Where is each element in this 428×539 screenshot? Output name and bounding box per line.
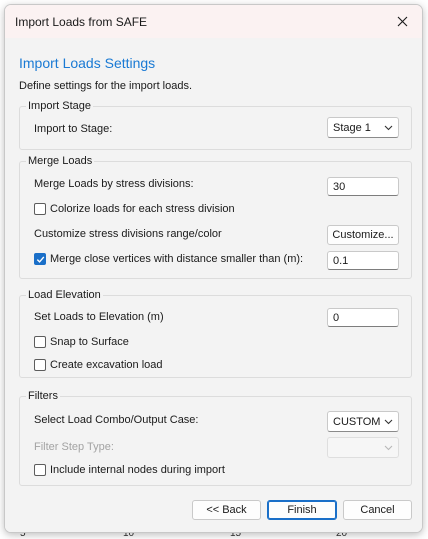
- checkbox-box-checked: [34, 253, 46, 265]
- import-to-stage-label: Import to Stage:: [34, 123, 113, 135]
- internal-nodes-label: Include internal nodes during import: [50, 464, 225, 476]
- merge-vertices-label: Merge close vertices with distance small…: [50, 253, 304, 265]
- filters-group: Filters Select Load Combo/Output Case: C…: [19, 390, 412, 486]
- merge-loads-group: Merge Loads Merge Loads by stress divisi…: [19, 155, 412, 279]
- stage-select-value: Stage 1: [333, 121, 371, 134]
- window-title: Import Loads from SAFE: [15, 14, 148, 29]
- checkbox-box: [34, 464, 46, 476]
- excavation-load-label: Create excavation load: [50, 359, 163, 371]
- merge-vertices-checkbox[interactable]: Merge close vertices with distance small…: [34, 253, 303, 265]
- merge-divisions-input[interactable]: 30: [327, 177, 399, 196]
- stage-select[interactable]: Stage 1: [327, 117, 399, 138]
- colorize-loads-label: Colorize loads for each stress division: [50, 203, 235, 215]
- title-bar: Import Loads from SAFE: [5, 5, 422, 38]
- merge-loads-group-label: Merge Loads: [26, 155, 95, 167]
- merge-divisions-label: Merge Loads by stress divisions:: [34, 178, 194, 190]
- cancel-button[interactable]: Cancel: [343, 500, 412, 520]
- back-button[interactable]: << Back: [192, 500, 261, 520]
- load-combo-label: Select Load Combo/Output Case:: [34, 414, 199, 426]
- colorize-loads-checkbox[interactable]: Colorize loads for each stress division: [34, 203, 235, 215]
- elevation-input[interactable]: 0: [327, 308, 399, 327]
- filter-step-type-select[interactable]: [327, 437, 399, 458]
- customize-divisions-label: Customize stress divisions range/color: [34, 228, 222, 240]
- check-icon: [36, 255, 44, 263]
- snap-to-surface-checkbox[interactable]: Snap to Surface: [34, 336, 129, 348]
- excavation-load-checkbox[interactable]: Create excavation load: [34, 359, 163, 371]
- settings-description: Define settings for the import loads.: [19, 80, 193, 92]
- close-button[interactable]: [382, 5, 422, 38]
- merge-vertices-input[interactable]: 0.1: [327, 251, 399, 270]
- checkbox-box: [34, 203, 46, 215]
- dialog-body: Import Loads Settings Define settings fo…: [5, 38, 422, 532]
- finish-button[interactable]: Finish: [267, 500, 337, 520]
- load-elevation-group-label: Load Elevation: [26, 289, 103, 301]
- filter-step-type-label: Filter Step Type:: [34, 441, 114, 453]
- chevron-down-icon: [384, 419, 393, 424]
- chevron-down-icon: [384, 125, 393, 130]
- load-combo-value: CUSTOM: [333, 415, 381, 428]
- filters-group-label: Filters: [26, 390, 60, 402]
- settings-heading: Import Loads Settings: [19, 55, 156, 71]
- internal-nodes-checkbox[interactable]: Include internal nodes during import: [34, 464, 225, 476]
- checkbox-box: [34, 359, 46, 371]
- import-stage-group: Import Stage Import to Stage: Stage 1: [19, 100, 412, 150]
- load-elevation-group: Load Elevation Set Loads to Elevation (m…: [19, 289, 412, 378]
- elevation-label: Set Loads to Elevation (m): [34, 311, 164, 323]
- import-loads-dialog: Import Loads from SAFE Import Loads Sett…: [4, 4, 423, 533]
- customize-button[interactable]: Customize...: [327, 225, 399, 245]
- snap-to-surface-label: Snap to Surface: [50, 336, 129, 348]
- load-combo-select[interactable]: CUSTOM: [327, 411, 399, 432]
- import-stage-group-label: Import Stage: [26, 100, 93, 112]
- checkbox-box: [34, 336, 46, 348]
- chevron-down-icon: [384, 445, 393, 450]
- close-icon: [397, 16, 407, 27]
